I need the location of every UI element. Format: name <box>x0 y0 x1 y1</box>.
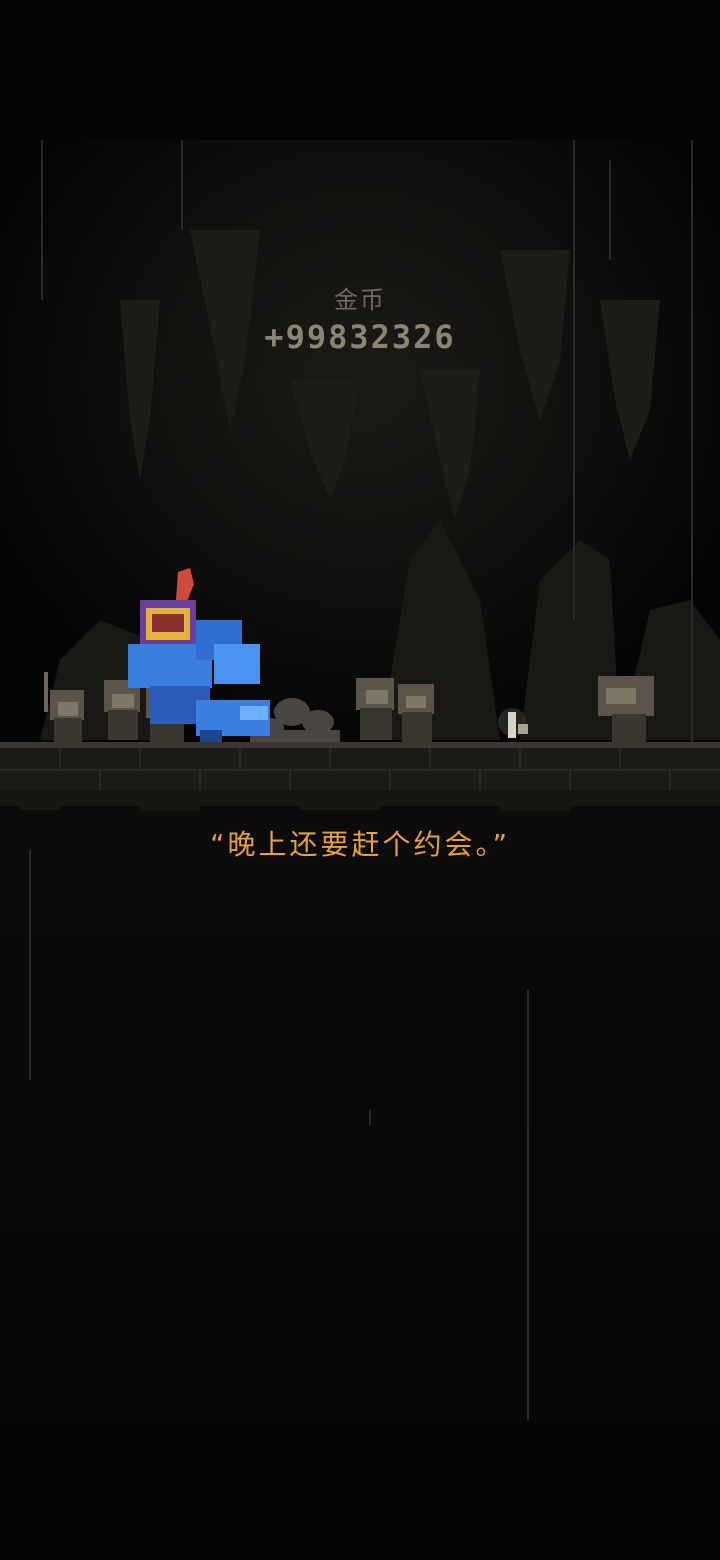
dialogue-text[interactable]: “晚上还要赶个约会。” <box>0 823 720 863</box>
lower-darkness <box>0 800 720 1560</box>
gold-reward-value: +99832326 <box>264 318 456 356</box>
gold-reward-title: 金币 <box>334 286 386 314</box>
cave-scene <box>0 0 720 1560</box>
ground-surface <box>0 742 720 748</box>
